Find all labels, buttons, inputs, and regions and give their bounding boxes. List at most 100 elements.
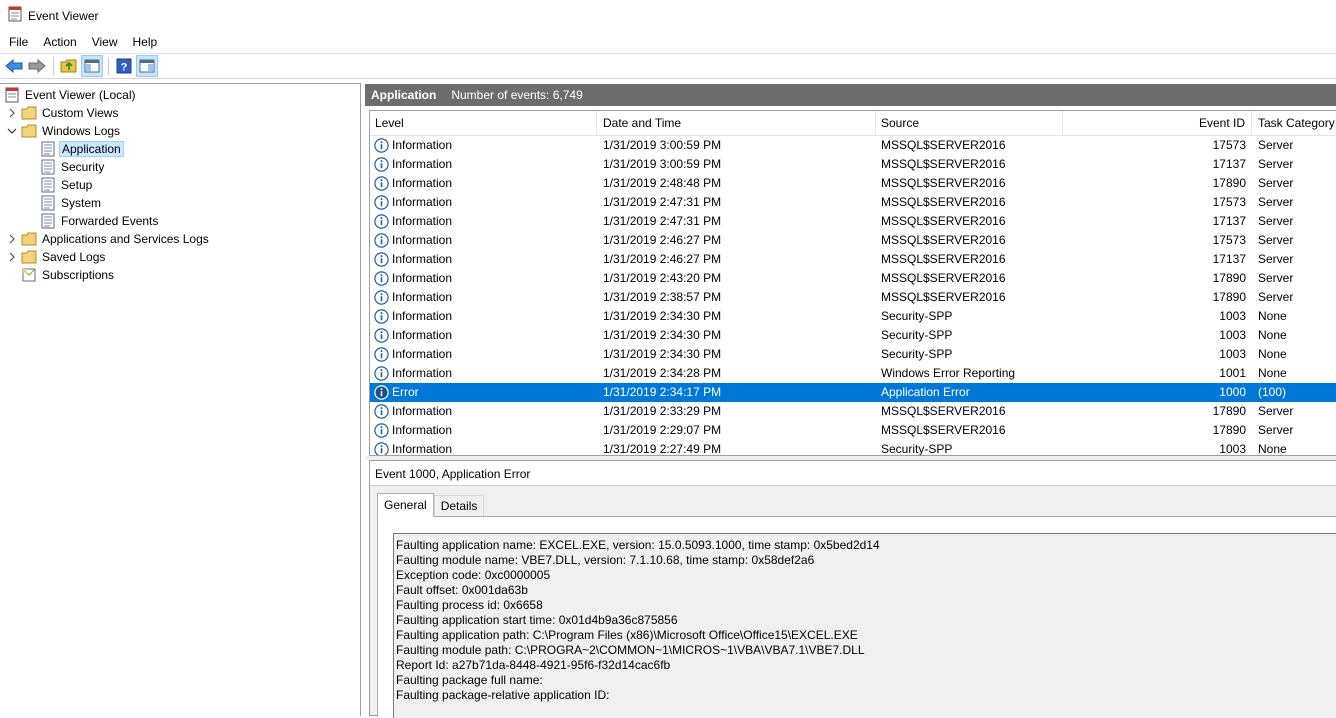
task-category-cell: Server: [1258, 214, 1294, 228]
log-icon: [40, 195, 56, 211]
chevron-right-icon[interactable]: [6, 107, 18, 119]
tree-item-system[interactable]: System: [40, 194, 103, 212]
tab-general[interactable]: General: [377, 493, 434, 517]
tree-item-saved-logs[interactable]: Saved Logs: [6, 248, 107, 266]
column-header-level[interactable]: Level: [370, 111, 597, 136]
source-cell: Application Error: [881, 385, 970, 399]
date-time-cell: 1/31/2019 2:34:30 PM: [603, 309, 722, 323]
event-id-cell: 17137: [1212, 252, 1246, 266]
table-row[interactable]: Information 1/31/2019 2:47:31 PM MSSQL$SER…: [370, 193, 1336, 212]
table-row[interactable]: Information 1/31/2019 2:33:29 PM MSSQL$SER…: [370, 402, 1336, 421]
chevron-right-icon[interactable]: [6, 233, 18, 245]
event-id-cell: 17890: [1212, 404, 1246, 418]
level-cell: Error: [392, 385, 419, 399]
task-category-cell: None: [1258, 347, 1287, 361]
level-cell: Information: [392, 252, 453, 266]
description-line: Faulting module name: VBE7.DLL, version:…: [396, 553, 815, 567]
date-time-cell: 1/31/2019 2:34:30 PM: [603, 347, 722, 361]
event-id-cell: 1003: [1219, 347, 1246, 361]
show-hide-action-pane-icon[interactable]: [136, 55, 158, 77]
title-bar: Event Viewer: [0, 0, 1336, 31]
column-header-date-time[interactable]: Date and Time: [598, 111, 876, 136]
tree-item-applications-and-services-logs[interactable]: Applications and Services Logs: [6, 230, 211, 248]
table-row[interactable]: Error 1/31/2019 2:34:17 PM Application Err…: [370, 383, 1336, 402]
tab-details[interactable]: Details: [433, 495, 485, 517]
date-time-cell: 1/31/2019 3:00:59 PM: [603, 138, 722, 152]
table-row[interactable]: Information 1/31/2019 2:27:49 PM Security-…: [370, 440, 1336, 455]
tree-item-windows-logs[interactable]: Windows Logs: [6, 122, 122, 140]
tree-item-custom-views[interactable]: Custom Views: [6, 104, 120, 122]
information-icon: [374, 442, 389, 455]
source-cell: Windows Error Reporting: [881, 366, 1016, 380]
column-header-event-id[interactable]: Event ID: [1063, 111, 1252, 136]
tree-label: Setup: [61, 178, 93, 192]
information-icon: [374, 195, 389, 210]
table-row[interactable]: Information 1/31/2019 2:46:27 PM MSSQL$SER…: [370, 231, 1336, 250]
tree-item-security[interactable]: Security: [40, 158, 106, 176]
event-id-cell: 17890: [1212, 271, 1246, 285]
column-header-task-category[interactable]: Task Category: [1253, 111, 1336, 136]
forward-icon[interactable]: [26, 55, 48, 77]
information-icon: [374, 157, 389, 172]
log-icon: [40, 213, 56, 229]
menu-view[interactable]: View: [85, 33, 125, 51]
table-row[interactable]: Information 1/31/2019 2:29:07 PM MSSQL$SER…: [370, 421, 1336, 440]
tree-item-subscriptions[interactable]: Subscriptions: [21, 266, 116, 284]
event-description-box[interactable]: Faulting application name: EXCEL.EXE, ve…: [393, 533, 1336, 718]
source-cell: MSSQL$SERVER2016: [881, 233, 1006, 247]
navigation-tree: Event Viewer (Local) Custom Views Window…: [0, 83, 361, 716]
tree-item-forwarded-events[interactable]: Forwarded Events: [40, 212, 160, 230]
table-row[interactable]: Information 1/31/2019 2:34:28 PM Windows E…: [370, 364, 1336, 383]
table-row[interactable]: Information 1/31/2019 3:00:59 PM MSSQL$SER…: [370, 155, 1336, 174]
log-header-bar: Application Number of events: 6,749: [365, 84, 1336, 106]
tree-item-event-viewer-local[interactable]: Event Viewer (Local): [4, 86, 138, 104]
chevron-right-icon[interactable]: [6, 251, 18, 263]
level-cell: Information: [392, 290, 453, 304]
description-line: Faulting package-relative application ID…: [396, 688, 610, 702]
table-row[interactable]: Information 1/31/2019 2:34:30 PM Security-…: [370, 307, 1336, 326]
event-id-cell: 1000: [1219, 385, 1246, 399]
description-line: Faulting process id: 0x6658: [396, 598, 543, 612]
task-category-cell: Server: [1258, 233, 1294, 247]
event-id-cell: 17890: [1212, 423, 1246, 437]
table-row[interactable]: Information 1/31/2019 2:46:27 PM MSSQL$SER…: [370, 250, 1336, 269]
tree-item-setup[interactable]: Setup: [40, 176, 94, 194]
information-icon: [374, 138, 389, 153]
table-row[interactable]: Information 1/31/2019 2:34:30 PM Security-…: [370, 345, 1336, 364]
tree-item-application[interactable]: Application: [40, 140, 124, 158]
event-id-cell: 17890: [1212, 176, 1246, 190]
information-icon: [374, 252, 389, 267]
information-icon: [374, 271, 389, 286]
description-line: Faulting application path: C:\Program Fi…: [396, 628, 858, 642]
information-icon: [374, 347, 389, 362]
help-icon[interactable]: ?: [113, 55, 135, 77]
event-id-cell: 17573: [1212, 233, 1246, 247]
show-hide-tree-icon[interactable]: [81, 55, 103, 77]
source-cell: MSSQL$SERVER2016: [881, 252, 1006, 266]
table-row[interactable]: Information 1/31/2019 2:34:30 PM Security-…: [370, 326, 1336, 345]
table-row[interactable]: Information 1/31/2019 3:00:59 PM MSSQL$SER…: [370, 136, 1336, 155]
level-cell: Information: [392, 176, 453, 190]
description-line: Report Id: a27b71da-8448-4921-95f6-f32d1…: [396, 658, 671, 672]
menu-help[interactable]: Help: [126, 33, 165, 51]
information-icon: [374, 233, 389, 248]
date-time-cell: 1/31/2019 2:48:48 PM: [603, 176, 722, 190]
information-icon: [374, 366, 389, 381]
menu-file[interactable]: File: [2, 33, 35, 51]
column-header-source[interactable]: Source: [876, 111, 1063, 136]
svg-text:?: ?: [121, 62, 128, 74]
detail-tabs: General Details: [377, 493, 485, 517]
source-cell: Security-SPP: [881, 309, 953, 323]
table-row[interactable]: Information 1/31/2019 2:43:20 PM MSSQL$SER…: [370, 269, 1336, 288]
folder-up-icon[interactable]: [58, 55, 80, 77]
chevron-down-icon[interactable]: [6, 125, 18, 137]
table-row[interactable]: Information 1/31/2019 2:38:57 PM MSSQL$SER…: [370, 288, 1336, 307]
tree-label: Subscriptions: [42, 268, 115, 282]
menu-action[interactable]: Action: [36, 33, 83, 51]
date-time-cell: 1/31/2019 2:47:31 PM: [603, 214, 722, 228]
table-row[interactable]: Information 1/31/2019 2:48:48 PM MSSQL$SER…: [370, 174, 1336, 193]
back-icon[interactable]: [3, 55, 25, 77]
log-name: Application: [371, 88, 437, 102]
task-category-cell: Server: [1258, 252, 1294, 266]
table-row[interactable]: Information 1/31/2019 2:47:31 PM MSSQL$SER…: [370, 212, 1336, 231]
